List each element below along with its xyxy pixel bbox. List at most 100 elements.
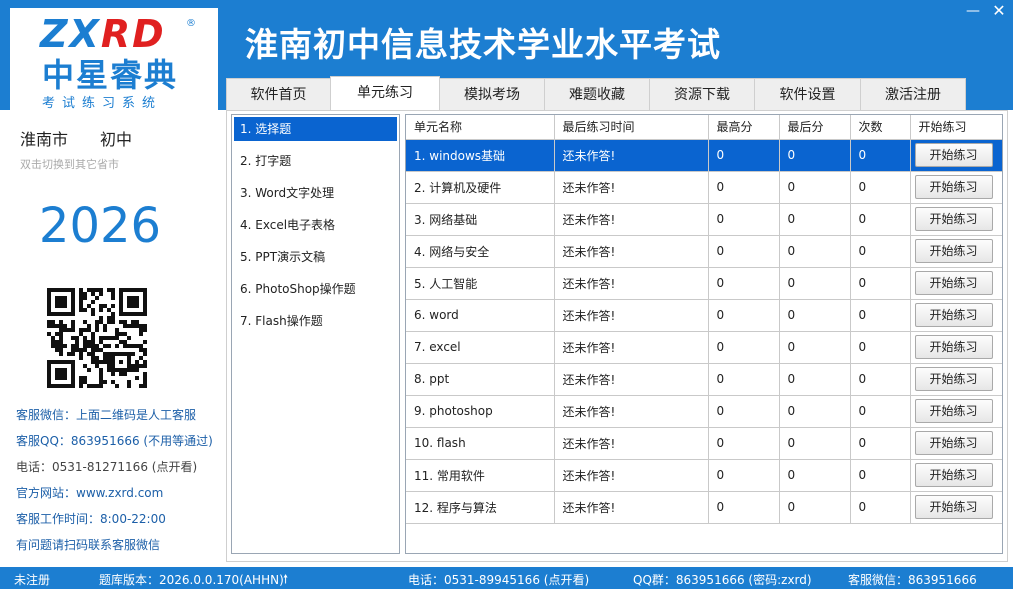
unit-item[interactable]: 5. PPT演示文稿 (234, 245, 397, 269)
table-row[interactable]: 11. 常用软件 还未作答! 0 0 0 开始练习 (406, 459, 1002, 492)
table-cell: 开始练习 (910, 427, 1002, 460)
website-link[interactable]: 官方网站：www.zxrd.com (16, 484, 163, 501)
unit-item[interactable]: 1. 选择题 (234, 117, 397, 141)
table-row[interactable]: 3. 网络基础 还未作答! 0 0 0 开始练习 (406, 203, 1002, 236)
table-row[interactable]: 2. 计算机及硬件 还未作答! 0 0 0 开始练习 (406, 171, 1002, 204)
table-cell: 0 (850, 267, 911, 300)
table-cell: 9. photoshop (406, 395, 555, 428)
level-label[interactable]: 初中 (100, 126, 132, 150)
table-row[interactable]: 4. 网络与安全 还未作答! 0 0 0 开始练习 (406, 235, 1002, 268)
arrow-up-icon[interactable]: 🠕 (283, 570, 288, 589)
start-practice-button[interactable]: 开始练习 (914, 239, 993, 263)
tab-favorites[interactable]: 难题收藏 (544, 78, 650, 110)
table-cell: 0 (779, 299, 851, 332)
table-cell: 开始练习 (910, 203, 1002, 236)
unit-item[interactable]: 3. Word文字处理 (234, 181, 397, 205)
column-header: 最后练习时间 (554, 115, 709, 140)
column-header: 次数 (850, 115, 911, 140)
library-version: 题库版本：2026.0.0.170(AHHN) (99, 573, 284, 587)
table-row[interactable]: 5. 人工智能 还未作答! 0 0 0 开始练习 (406, 267, 1002, 300)
city-label[interactable]: 淮南市 (20, 126, 68, 150)
status-phone[interactable]: 电话：0531-89945166 (点开看) (408, 571, 589, 588)
table-cell: 6. word (406, 299, 555, 332)
start-practice-button[interactable]: 开始练习 (914, 143, 993, 167)
tab-unit-practice[interactable]: 单元练习 (330, 76, 440, 110)
table-cell: 0 (850, 491, 911, 524)
table-cell: 开始练习 (910, 171, 1002, 204)
table-row[interactable]: 9. photoshop 还未作答! 0 0 0 开始练习 (406, 395, 1002, 428)
table-cell: 开始练习 (910, 395, 1002, 428)
table-cell: 8. ppt (406, 363, 555, 396)
table-cell: 0 (708, 171, 780, 204)
table-row[interactable]: 6. word 还未作答! 0 0 0 开始练习 (406, 299, 1002, 332)
start-practice-button[interactable]: 开始练习 (914, 367, 993, 391)
table-cell: 开始练习 (910, 139, 1002, 172)
table-cell: 还未作答! (554, 491, 709, 524)
start-practice-button[interactable]: 开始练习 (914, 399, 993, 423)
start-practice-button[interactable]: 开始练习 (914, 463, 993, 487)
logo: ZXRD ® 中星睿典 考试练习系统 (10, 8, 218, 118)
year-display: 2026 (38, 198, 162, 254)
start-practice-button[interactable]: 开始练习 (914, 431, 993, 455)
table-cell: 0 (850, 203, 911, 236)
table-cell: 还未作答! (554, 331, 709, 364)
tab-mock-exam[interactable]: 模拟考场 (439, 78, 545, 110)
start-practice-button[interactable]: 开始练习 (914, 207, 993, 231)
table-cell: 还未作答! (554, 363, 709, 396)
table-cell: 10. flash (406, 427, 555, 460)
table-cell: 0 (779, 139, 851, 172)
table-cell: 0 (708, 491, 780, 524)
status-bar: 未注册 题库版本：2026.0.0.170(AHHN) 🠕 电话：0531-89… (0, 567, 1013, 589)
tab-home[interactable]: 软件首页 (226, 78, 331, 110)
table-row[interactable]: 8. ppt 还未作答! 0 0 0 开始练习 (406, 363, 1002, 396)
table-row[interactable]: 1. windows基础 还未作答! 0 0 0 开始练习 (406, 139, 1002, 172)
tab-activate[interactable]: 激活注册 (860, 78, 966, 110)
table-cell: 2. 计算机及硬件 (406, 171, 555, 204)
table-cell: 0 (708, 363, 780, 396)
table-cell: 0 (850, 459, 911, 492)
table-cell: 0 (850, 395, 911, 428)
logo-subtitle: 考试练习系统 (42, 96, 163, 111)
table-cell: 4. 网络与安全 (406, 235, 555, 268)
table-cell: 0 (708, 267, 780, 300)
close-icon[interactable]: ✕ (990, 2, 1008, 20)
table-cell: 3. 网络基础 (406, 203, 555, 236)
start-practice-button[interactable]: 开始练习 (914, 271, 993, 295)
table-cell: 0 (850, 299, 911, 332)
unit-list[interactable]: 1. 选择题 2. 打字题 3. Word文字处理 4. Excel电子表格 5… (231, 114, 400, 554)
table-row[interactable]: 12. 程序与算法 还未作答! 0 0 0 开始练习 (406, 491, 1002, 524)
status-wechat: 客服微信：863951666 (848, 573, 977, 587)
unit-item[interactable]: 4. Excel电子表格 (234, 213, 397, 237)
table-cell: 0 (708, 395, 780, 428)
unit-item[interactable]: 2. 打字题 (234, 149, 397, 173)
table-cell: 0 (850, 363, 911, 396)
table-cell: 开始练习 (910, 235, 1002, 268)
registration-status[interactable]: 未注册 (14, 571, 50, 588)
table-cell: 0 (708, 235, 780, 268)
column-header: 最高分 (708, 115, 780, 140)
table-cell: 0 (850, 331, 911, 364)
table-cell: 0 (779, 459, 851, 492)
unit-item[interactable]: 6. PhotoShop操作题 (234, 277, 397, 301)
unit-item[interactable]: 7. Flash操作题 (234, 309, 397, 333)
logo-registered-mark: ® (186, 18, 196, 29)
table-cell: 12. 程序与算法 (406, 491, 555, 524)
table-cell: 还未作答! (554, 267, 709, 300)
tab-settings[interactable]: 软件设置 (754, 78, 861, 110)
table-cell: 0 (850, 171, 911, 204)
tab-downloads[interactable]: 资源下载 (649, 78, 755, 110)
start-practice-button[interactable]: 开始练习 (914, 335, 993, 359)
table-cell: 开始练习 (910, 363, 1002, 396)
table-cell: 0 (708, 139, 780, 172)
table-cell: 开始练习 (910, 299, 1002, 332)
table-row[interactable]: 7. excel 还未作答! 0 0 0 开始练习 (406, 331, 1002, 364)
practice-table: 单元名称 最后练习时间 最高分 最后分 次数 开始练习 1. windows基础… (405, 114, 1003, 554)
start-practice-button[interactable]: 开始练习 (914, 495, 993, 519)
qq-support[interactable]: 客服QQ：863951666 (不用等通过) (16, 432, 213, 449)
start-practice-button[interactable]: 开始练习 (914, 175, 993, 199)
table-row[interactable]: 10. flash 还未作答! 0 0 0 开始练习 (406, 427, 1002, 460)
start-practice-button[interactable]: 开始练习 (914, 303, 993, 327)
minimize-icon[interactable]: — (964, 4, 982, 20)
phone-support[interactable]: 电话：0531-81271166 (点开看) (16, 458, 197, 475)
table-cell: 0 (779, 235, 851, 268)
